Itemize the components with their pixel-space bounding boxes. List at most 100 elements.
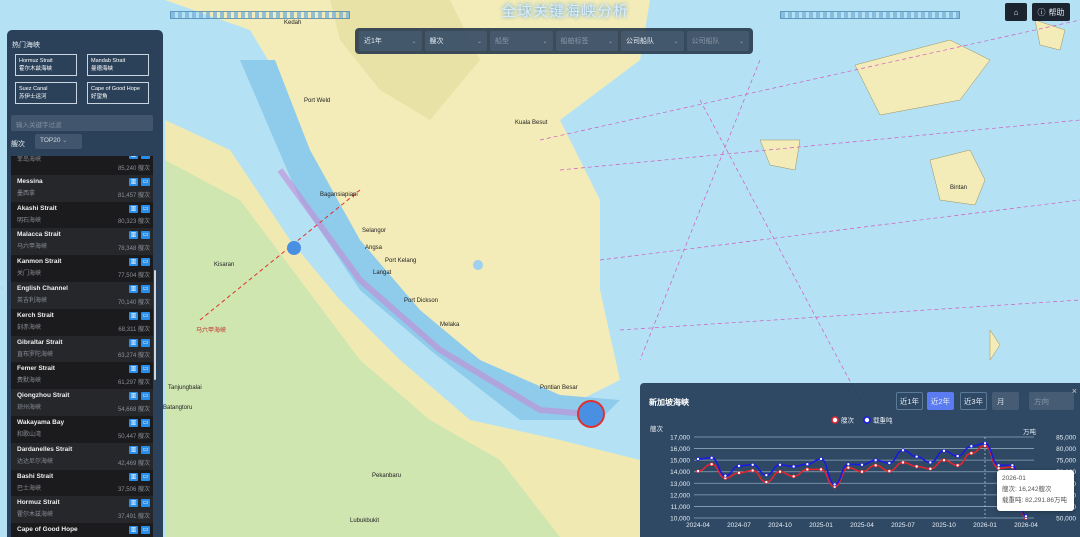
y-left-tick-label: 14,000 (670, 469, 690, 476)
data-point (996, 463, 1001, 468)
x-tick-label: 2026-01 (973, 522, 997, 529)
x-tick-label: 2024-07 (727, 522, 751, 529)
list-item[interactable]: Dardanelles Strait 达达尼尔海峡 42,469 艘次 ▥ ▭ (11, 442, 153, 470)
collapse-panel-icon[interactable]: ‹ (1, 283, 4, 292)
chart-icon[interactable]: ▥ (129, 418, 138, 427)
monitor-icon[interactable]: ▭ (141, 204, 150, 213)
monitor-icon[interactable]: ▭ (141, 445, 150, 454)
monitor-icon[interactable]: ▭ (141, 472, 150, 481)
data-point (805, 467, 810, 472)
help-icon: ⓘ (1037, 7, 1046, 17)
map-place-label: Batangtoru (163, 405, 193, 411)
list-item[interactable]: Messina 墨西拿 81,457 艘次 ▥ ▭ (11, 174, 153, 202)
strait-en-name: Malacca Strait (17, 231, 61, 239)
strait-count: 61,297 艘次 (117, 380, 150, 387)
home-button[interactable]: ⌂ (1005, 3, 1027, 21)
list-item[interactable]: Hormuz Strait 霍尔木兹海峡 37,491 艘次 ▥ ▭ (11, 496, 153, 524)
ship-type-select[interactable]: 船型 ⌄ (490, 31, 553, 51)
list-item[interactable]: Kanmon Strait 关门海峡 77,504 艘次 ▥ ▭ (11, 255, 153, 282)
hot-strait-good-hope[interactable]: Cape of Good Hope 好望角 (87, 82, 149, 104)
data-point (901, 460, 905, 465)
map-place-label: Kuala Besut (515, 120, 548, 126)
page-title: 全球关键海峡分析 (500, 3, 629, 20)
help-button[interactable]: ⓘ 帮助 (1032, 3, 1070, 21)
chart-icon[interactable]: ▥ (129, 204, 138, 213)
chart-icon[interactable]: ▥ (129, 311, 138, 320)
hot-strait-hormuz[interactable]: Hormuz Strait 霍尔木兹海峡 (15, 54, 77, 76)
list-item[interactable]: Qiongzhou Strait 琼州海峡 54,668 艘次 ▥ ▭ (11, 389, 153, 416)
monitor-icon[interactable]: ▭ (141, 526, 150, 535)
monitor-icon[interactable]: ▭ (141, 231, 150, 240)
chevron-down-icon: ⌄ (411, 38, 417, 45)
period-select[interactable]: 近1年 ⌄ (359, 31, 422, 51)
list-item[interactable]: Cape of Good Hope 好望角 ▥ ▭ (11, 523, 153, 537)
monitor-icon[interactable]: ▭ (141, 311, 150, 320)
data-point (955, 463, 960, 468)
chart-icon[interactable]: ▥ (129, 177, 138, 186)
metric-select[interactable]: 艘次 ⌄ (424, 31, 487, 51)
filter-input[interactable]: 输入关键字过滤 (11, 115, 153, 131)
map-place-label: Bagansiapiapi (320, 192, 358, 198)
map-place-label: Port Kelang (385, 258, 417, 264)
fleet-select[interactable]: 公司船队 ⌄ (686, 31, 749, 51)
chart-icon[interactable]: ▥ (129, 338, 138, 347)
list-item[interactable]: English Channel 英吉利海峡 70,140 艘次 ▥ ▭ (11, 281, 153, 309)
data-point (778, 469, 782, 474)
monitor-icon[interactable]: ▭ (141, 338, 150, 347)
strait-count: 54,668 艘次 (117, 406, 150, 413)
chart-icon[interactable]: ▥ (129, 258, 138, 267)
y-left-tick-label: 15,000 (670, 458, 690, 465)
chart-icon[interactable]: ▥ (129, 526, 138, 535)
chart-icon[interactable]: ▥ (129, 231, 138, 240)
map-place-label: Selangor (362, 228, 387, 234)
map-place-label: Port Dickson (404, 298, 439, 304)
list-item[interactable]: 菲岛海峡 85,240 艘次 ▥ ▭ (11, 156, 153, 175)
strait-marker[interactable] (287, 241, 301, 255)
map-place-label: Tanjungbalai (168, 385, 202, 391)
monitor-icon[interactable]: ▭ (141, 258, 150, 267)
list-item[interactable]: Wakayama Bay 和歌山湾 50,447 艘次 ▥ ▭ (11, 415, 153, 443)
chart-icon[interactable]: ▥ (129, 284, 138, 293)
chart-icon[interactable]: ▥ (129, 365, 138, 374)
data-point (737, 471, 741, 475)
strait-en-name: Wakayama Bay (17, 418, 65, 426)
chart-icon[interactable]: ▥ (129, 445, 138, 454)
monitor-icon[interactable]: ▭ (141, 284, 150, 293)
strait-count: 42,469 艘次 (117, 460, 150, 467)
monitor-icon[interactable]: ▭ (141, 418, 150, 427)
map-place-label: Pekanbaru (372, 473, 402, 479)
data-point (928, 467, 933, 471)
list-item[interactable]: Femer Strait 费默海峡 61,297 艘次 ▥ ▭ (11, 362, 153, 390)
monitor-icon[interactable]: ▭ (141, 499, 150, 508)
data-point (969, 444, 974, 449)
scrollbar[interactable] (154, 270, 156, 380)
strait-count: 80,323 艘次 (117, 219, 150, 226)
monitor-icon[interactable]: ▭ (141, 156, 150, 159)
strait-en-name: Kerch Strait (17, 311, 54, 319)
hot-strait-mandab[interactable]: Mandab Strait 曼德海峡 (87, 54, 149, 76)
list-item[interactable]: Bashi Strait 巴士海峡 37,506 艘次 ▥ ▭ (11, 469, 153, 497)
chart-icon[interactable]: ▥ (129, 472, 138, 481)
fleet-type-select[interactable]: 公司船队 ⌄ (621, 31, 684, 51)
monitor-icon[interactable]: ▭ (141, 365, 150, 374)
chart-icon[interactable]: ▥ (129, 392, 138, 401)
monitor-icon[interactable]: ▭ (141, 392, 150, 401)
data-point (778, 462, 782, 467)
y-right-axis-label: 万吨 (1023, 427, 1037, 436)
ship-tag-select[interactable]: 船舶标签 ⌄ (555, 31, 618, 51)
list-item[interactable]: Akashi Strait 明石海峡 80,323 艘次 ▥ ▭ (11, 201, 153, 229)
list-item[interactable]: Malacca Strait 马六甲海峡 78,348 艘次 ▥ ▭ (11, 228, 153, 256)
data-point (819, 467, 823, 472)
top-n-select[interactable]: TOP20 ⌄ (35, 134, 82, 149)
chart-icon[interactable]: ▥ (129, 156, 138, 159)
hot-strait-suez[interactable]: Suez Canal 苏伊士运河 (15, 82, 77, 104)
singapore-strait-marker[interactable] (577, 400, 605, 428)
rank-label: 艘次 (11, 141, 25, 148)
list-item[interactable]: Kerch Strait 刻赤海峡 68,311 艘次 ▥ ▭ (11, 308, 153, 336)
data-point (764, 473, 769, 477)
monitor-icon[interactable]: ▭ (141, 177, 150, 186)
chart-icon[interactable]: ▥ (129, 499, 138, 508)
data-point (737, 464, 741, 468)
data-point (846, 465, 851, 470)
list-item[interactable]: Gibraltar Strait 直布罗陀海峡 63,274 艘次 ▥ ▭ (11, 335, 153, 363)
